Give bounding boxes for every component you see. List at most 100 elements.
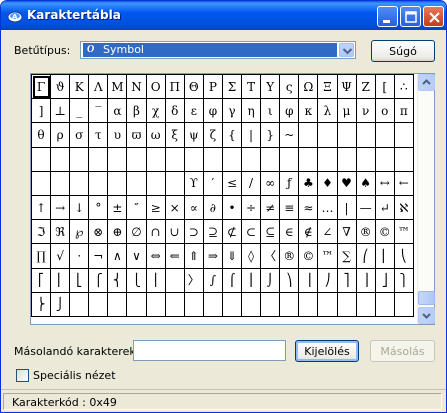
- maximize-button[interactable]: [400, 6, 421, 27]
- char-cell[interactable]: ⇓: [221, 243, 243, 269]
- char-cell[interactable]: ↓: [69, 194, 90, 221]
- char-cell[interactable]: ⊇: [202, 219, 223, 245]
- minimize-button[interactable]: [377, 6, 398, 27]
- char-cell[interactable]: π: [393, 98, 414, 124]
- char-cell[interactable]: [221, 291, 243, 317]
- char-cell[interactable]: ⎜: [374, 243, 395, 269]
- char-cell[interactable]: [30, 170, 52, 196]
- char-cell[interactable]: ι: [260, 98, 281, 124]
- char-cell[interactable]: α: [107, 98, 128, 124]
- char-cell[interactable]: [393, 122, 414, 148]
- char-cell[interactable]: ∞: [260, 170, 281, 196]
- character-grid[interactable]: Γϑ Κ Λ Μ Ν Ο Π Θ Ρ Σ Τ Υς Ω Ξ Ψ Ζ[∴] ⊥ _ ‾ α β χ δ ε φ γ η ι φ κ λ μ ν ο π…: [30, 73, 435, 325]
- char-cell[interactable]: ⎣: [69, 267, 90, 293]
- dropdown-arrow-button[interactable]: [339, 43, 354, 57]
- close-button[interactable]: [423, 6, 444, 27]
- char-cell[interactable]: [145, 170, 166, 196]
- vertical-scrollbar[interactable]: [417, 74, 435, 324]
- char-cell[interactable]: [317, 146, 338, 172]
- char-cell[interactable]: θ: [30, 122, 52, 148]
- char-cell[interactable]: [145, 146, 166, 172]
- char-cell[interactable]: ↑: [30, 194, 52, 221]
- char-cell[interactable]: ®: [355, 219, 376, 245]
- char-cell[interactable]: ±: [107, 194, 128, 221]
- title-bar[interactable]: A Karaktertábla: [1, 1, 446, 30]
- char-cell[interactable]: [164, 146, 185, 172]
- char-cell[interactable]: ο: [374, 98, 395, 124]
- char-cell[interactable]: Ν: [126, 73, 147, 100]
- char-cell[interactable]: υ: [107, 122, 128, 148]
- char-cell[interactable]: [374, 291, 395, 317]
- char-cell[interactable]: 〉: [183, 267, 204, 293]
- char-cell[interactable]: ♥: [336, 170, 357, 196]
- char-cell[interactable]: |: [336, 194, 357, 221]
- advanced-view-label[interactable]: Speciális nézet: [33, 369, 116, 382]
- char-cell[interactable]: …: [317, 194, 338, 221]
- char-cell[interactable]: [279, 291, 300, 317]
- scroll-up-button[interactable]: [418, 74, 435, 91]
- char-cell[interactable]: 〈: [260, 243, 281, 269]
- char-cell[interactable]: ⎡: [30, 267, 52, 293]
- char-cell[interactable]: ⊕: [107, 219, 128, 245]
- char-cell[interactable]: ∈: [279, 219, 300, 245]
- char-cell[interactable]: ≤: [221, 170, 243, 196]
- char-cell[interactable]: μ: [336, 98, 357, 124]
- char-cell[interactable]: [107, 170, 128, 196]
- char-cell[interactable]: ⌡: [260, 267, 281, 293]
- char-cell[interactable]: [183, 291, 204, 317]
- char-cell[interactable]: ÷: [241, 194, 262, 221]
- char-cell[interactable]: ⎭: [50, 291, 71, 317]
- char-cell[interactable]: [260, 146, 281, 172]
- char-cell[interactable]: √: [50, 243, 71, 269]
- char-cell[interactable]: ℜ: [50, 219, 71, 245]
- char-cell[interactable]: ∪: [164, 219, 185, 245]
- char-cell[interactable]: [260, 291, 281, 317]
- char-cell[interactable]: ≥: [145, 194, 166, 221]
- char-cell[interactable]: Τ: [241, 73, 262, 100]
- char-cell[interactable]: ∉: [298, 219, 319, 245]
- char-cell[interactable]: τ: [88, 122, 109, 148]
- char-cell[interactable]: ←: [393, 170, 414, 196]
- char-cell[interactable]: [50, 170, 71, 196]
- char-cell[interactable]: Ξ: [317, 73, 338, 100]
- char-cell[interactable]: Υ: [260, 73, 281, 100]
- char-cell[interactable]: ⎫: [393, 267, 414, 293]
- char-cell[interactable]: ∠: [317, 219, 338, 245]
- char-cell[interactable]: [317, 122, 338, 148]
- char-cell[interactable]: [50, 146, 71, 172]
- font-dropdown[interactable]: O Symbol: [80, 41, 356, 59]
- help-button[interactable]: Súgó: [371, 40, 435, 62]
- char-cell[interactable]: —: [355, 194, 376, 221]
- char-cell[interactable]: ⎤: [336, 267, 357, 293]
- char-cell[interactable]: [317, 291, 338, 317]
- select-button[interactable]: Kijelölés: [295, 340, 359, 362]
- char-cell[interactable]: ♠: [355, 170, 376, 196]
- char-cell[interactable]: ℑ: [30, 219, 52, 245]
- char-cell[interactable]: [374, 122, 395, 148]
- copy-chars-input[interactable]: [133, 340, 286, 361]
- char-cell[interactable]: Ζ: [355, 73, 376, 100]
- char-cell[interactable]: ≠: [260, 194, 281, 221]
- char-cell[interactable]: ⎠: [317, 267, 338, 293]
- scroll-down-button[interactable]: [418, 307, 435, 324]
- char-cell[interactable]: ⊗: [88, 219, 109, 245]
- char-cell[interactable]: ∂: [202, 194, 223, 221]
- char-cell[interactable]: [355, 122, 376, 148]
- char-cell[interactable]: _: [69, 98, 90, 124]
- char-cell[interactable]: ≈: [298, 194, 319, 221]
- char-cell[interactable]: [107, 146, 128, 172]
- char-cell[interactable]: [30, 146, 52, 172]
- char-cell[interactable]: Σ: [221, 73, 243, 100]
- char-cell[interactable]: ∫: [202, 267, 223, 293]
- char-cell[interactable]: ξ: [164, 122, 185, 148]
- char-cell[interactable]: °: [88, 194, 109, 221]
- char-cell[interactable]: ƒ: [279, 170, 300, 196]
- char-cell[interactable]: σ: [69, 122, 90, 148]
- char-cell[interactable]: ®: [279, 243, 300, 269]
- char-cell[interactable]: φ: [202, 98, 223, 124]
- copy-button[interactable]: Másolás: [370, 340, 435, 362]
- char-cell[interactable]: Θ: [183, 73, 204, 100]
- char-cell[interactable]: [202, 291, 223, 317]
- advanced-view-checkbox[interactable]: [16, 369, 29, 382]
- char-cell[interactable]: ™: [393, 219, 414, 245]
